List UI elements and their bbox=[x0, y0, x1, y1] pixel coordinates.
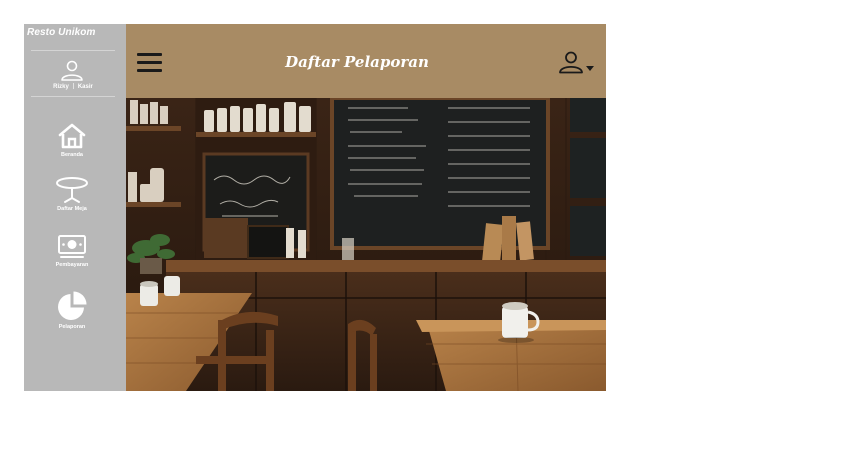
chevron-down-icon bbox=[586, 66, 594, 71]
sidebar: Resto Unikom Rizky Kasir Beranda Daftar … bbox=[24, 24, 126, 391]
page-title: Daftar Pelaporan bbox=[285, 53, 429, 71]
brand-name: Resto Unikom bbox=[27, 27, 96, 38]
sidebar-item-label: Beranda bbox=[60, 152, 83, 158]
sidebar-item-label: Pembayaran bbox=[55, 262, 89, 268]
profile-name: Rizky bbox=[53, 84, 69, 90]
sidebar-divider bbox=[31, 50, 115, 51]
profile-caption: Rizky Kasir bbox=[24, 83, 122, 90]
sidebar-item-pelaporan[interactable]: Pelaporan bbox=[24, 290, 120, 330]
profile-role: Kasir bbox=[77, 84, 93, 90]
cafe-photo bbox=[126, 98, 606, 391]
pie-chart-icon bbox=[58, 291, 87, 320]
home-icon bbox=[58, 123, 86, 149]
user-icon[interactable] bbox=[60, 59, 84, 81]
money-icon bbox=[58, 235, 86, 258]
sidebar-item-label: Daftar Meja bbox=[57, 206, 87, 212]
sidebar-item-label: Pelaporan bbox=[58, 324, 86, 330]
top-header: Daftar Pelaporan bbox=[126, 24, 606, 98]
sidebar-item-pembayaran[interactable]: Pembayaran bbox=[24, 232, 120, 268]
sidebar-item-beranda[interactable]: Beranda bbox=[24, 122, 120, 158]
sidebar-divider bbox=[31, 96, 115, 97]
table-icon bbox=[56, 177, 88, 203]
sidebar-item-daftar-meja[interactable]: Daftar Meja bbox=[24, 176, 120, 212]
app-window: Resto Unikom Rizky Kasir Beranda Daftar … bbox=[24, 24, 606, 391]
account-icon[interactable] bbox=[558, 51, 598, 75]
cafe-illustration bbox=[126, 98, 606, 391]
profile-separator bbox=[72, 83, 74, 89]
